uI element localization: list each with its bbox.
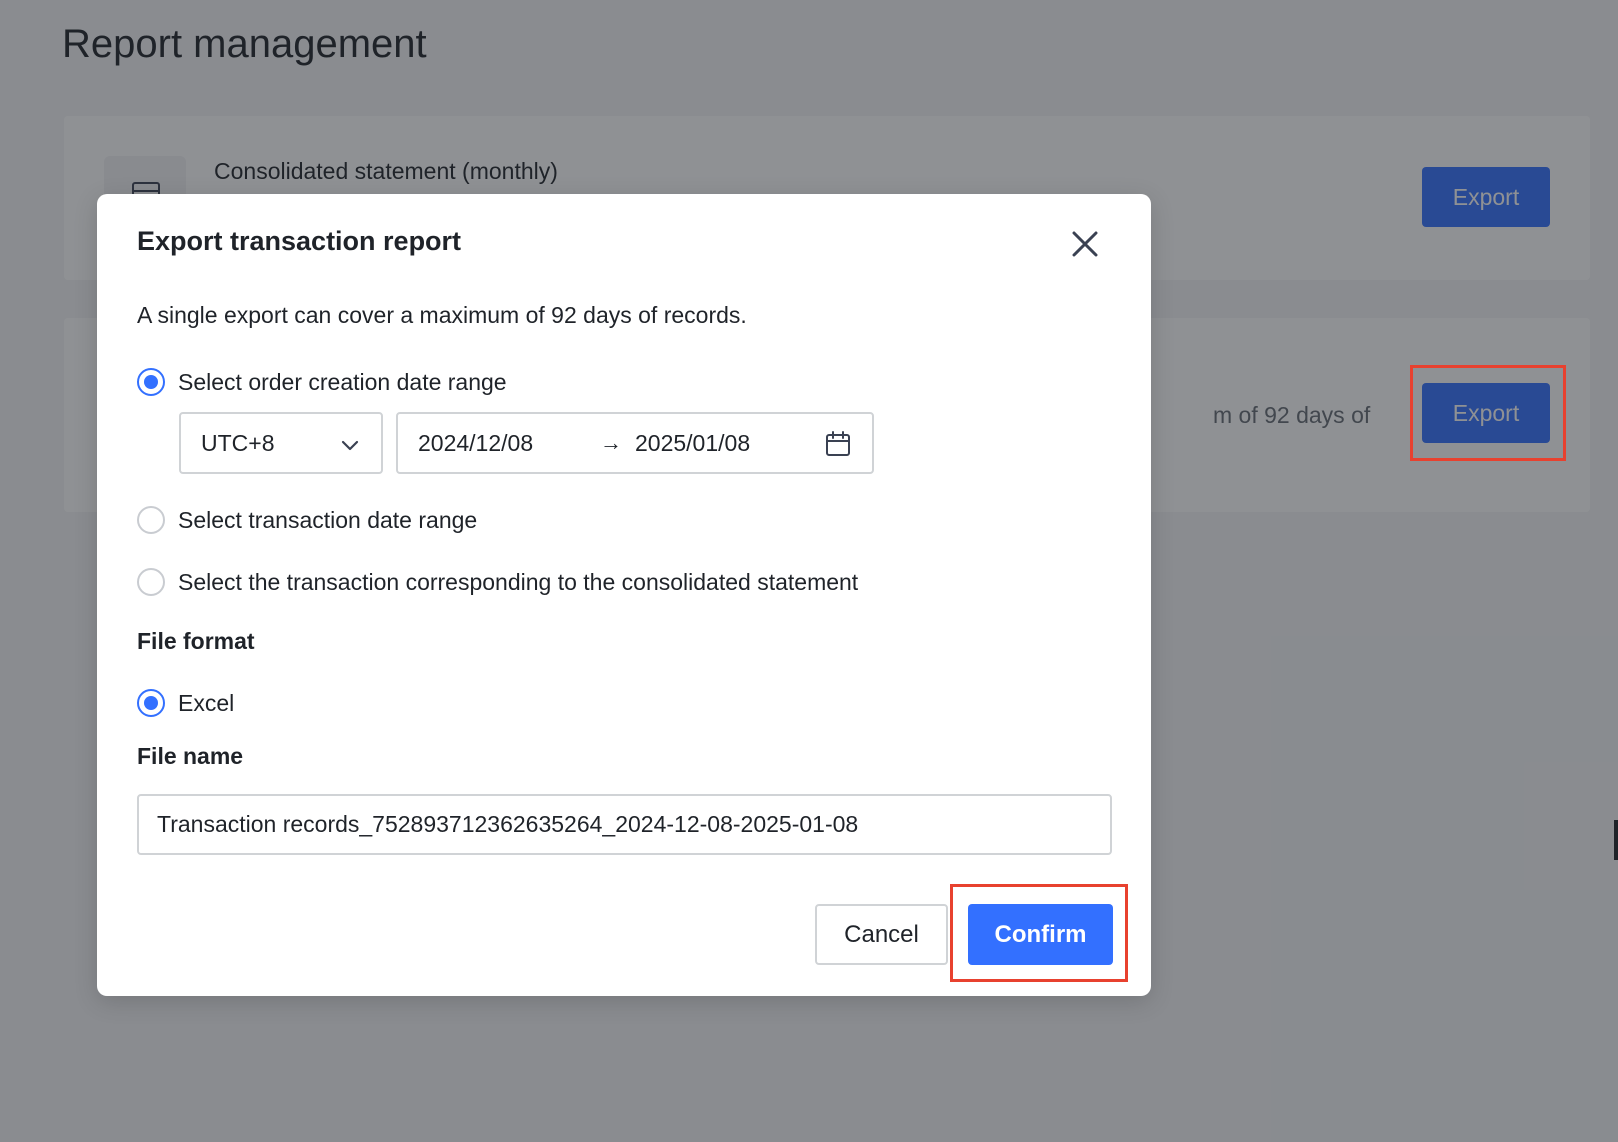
date-end[interactable]: 2025/01/08 [635,430,750,457]
timezone-value: UTC+8 [201,430,275,456]
radio-transaction-range[interactable]: Select transaction date range [137,505,477,535]
dialog-title: Export transaction report [137,226,462,256]
timezone-select[interactable]: UTC+8 [179,412,383,474]
radio-format-excel[interactable]: Excel [137,688,234,718]
radio-order-creation-range[interactable]: Select order creation date range [137,367,507,397]
date-start[interactable]: 2024/12/08 [418,430,533,457]
chevron-down-icon [341,434,359,461]
export-limit-notice: A single export can cover a maximum of 9… [137,302,747,328]
scrollbar-handle[interactable] [1614,820,1618,860]
radio-button[interactable] [137,506,165,534]
date-range-picker[interactable]: 2024/12/08 → 2025/01/08 [396,412,874,474]
radio-label: Select the transaction corresponding to … [178,568,859,595]
radio-button[interactable] [137,568,165,596]
calendar-icon[interactable] [824,430,852,463]
radio-label: Excel [178,689,235,716]
radio-button[interactable] [137,368,165,396]
file-name-label: File name [137,743,244,769]
radio-label: Select transaction date range [178,506,478,533]
cancel-button[interactable]: Cancel [815,904,948,965]
file-name-input[interactable] [137,794,1112,855]
radio-button[interactable] [137,689,165,717]
close-icon[interactable] [1065,224,1105,264]
export-dialog: Export transaction report A single expor… [97,194,1151,996]
radio-consolidated-statement[interactable]: Select the transaction corresponding to … [137,567,858,597]
confirm-button[interactable]: Confirm [968,904,1113,965]
range-arrow-icon: → [600,430,622,455]
file-format-label: File format [137,628,255,654]
radio-label: Select order creation date range [178,368,507,395]
